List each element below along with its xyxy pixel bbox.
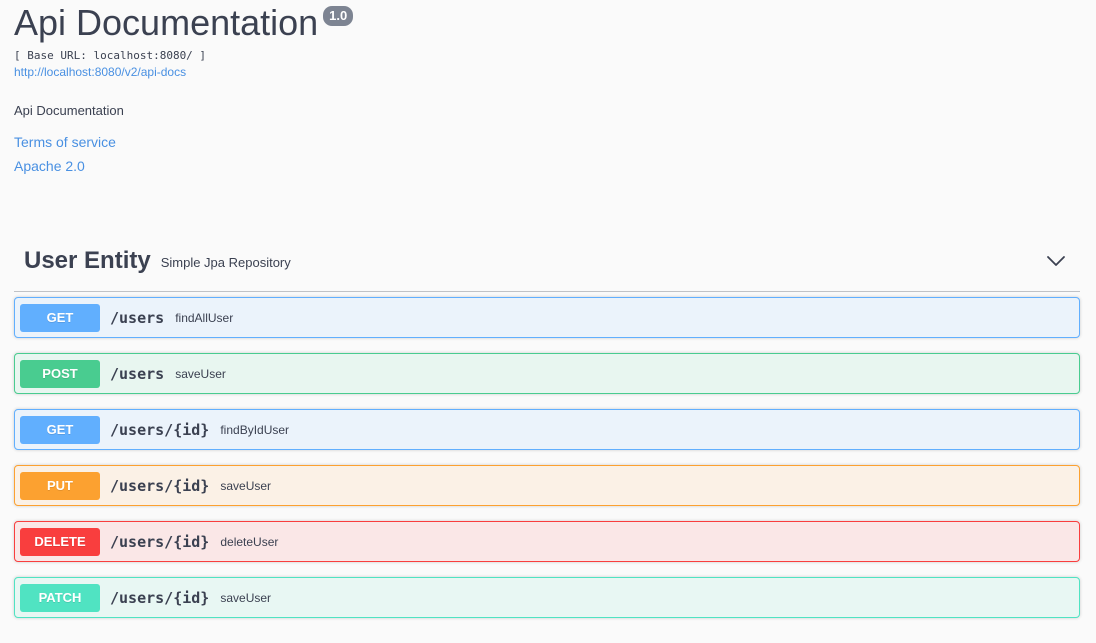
operation-summary: saveUser: [175, 366, 226, 381]
tag-name: User Entity: [24, 246, 151, 274]
method-badge: PUT: [20, 471, 100, 500]
operation-path: /users/{id}: [110, 420, 210, 439]
method-badge: POST: [20, 359, 100, 388]
tag-section-user-entity: User Entity Simple Jpa Repository GET /u…: [14, 230, 1080, 633]
method-badge: DELETE: [20, 527, 100, 556]
page-title: Api Documentation: [14, 2, 319, 43]
operation-summary: findByIdUser: [220, 422, 290, 437]
method-badge: GET: [20, 303, 100, 332]
operation-row[interactable]: GET /users/{id} findByIdUser: [14, 409, 1080, 450]
operation-summary: saveUser: [220, 590, 272, 605]
operation-row[interactable]: PATCH /users/{id} saveUser: [14, 577, 1080, 618]
title-row: Api Documentation 1.0: [14, 0, 1080, 48]
version-badge: 1.0: [323, 6, 354, 26]
operation-path: /users/{id}: [110, 588, 210, 607]
operation-summary: findAllUser: [175, 310, 234, 325]
api-description: Api Documentation: [14, 103, 124, 118]
api-docs-link[interactable]: http://localhost:8080/v2/api-docs: [14, 64, 1080, 80]
chevron-down-icon[interactable]: [1046, 251, 1066, 271]
operations-list: GET /users findAllUser POST /users saveU…: [14, 292, 1080, 618]
base-url: [ Base URL: localhost:8080/ ]: [14, 49, 207, 62]
operation-row[interactable]: PUT /users/{id} saveUser: [14, 465, 1080, 506]
tag-description: Simple Jpa Repository: [160, 255, 291, 270]
method-badge: GET: [20, 415, 100, 444]
tag-header[interactable]: User Entity Simple Jpa Repository: [14, 230, 1080, 292]
license-link[interactable]: Apache 2.0: [14, 157, 1080, 175]
operation-summary: saveUser: [220, 478, 272, 493]
operation-row[interactable]: DELETE /users/{id} deleteUser: [14, 521, 1080, 562]
operation-path: /users: [110, 308, 165, 327]
operation-row[interactable]: GET /users findAllUser: [14, 297, 1080, 338]
operation-row[interactable]: POST /users saveUser: [14, 353, 1080, 394]
operation-path: /users: [110, 364, 165, 383]
terms-of-service-link[interactable]: Terms of service: [14, 133, 1080, 151]
operation-path: /users/{id}: [110, 532, 210, 551]
operation-path: /users/{id}: [110, 476, 210, 495]
operation-summary: deleteUser: [220, 534, 279, 549]
api-info: Api Documentation 1.0 [ Base URL: localh…: [14, 0, 1080, 175]
method-badge: PATCH: [20, 583, 100, 612]
